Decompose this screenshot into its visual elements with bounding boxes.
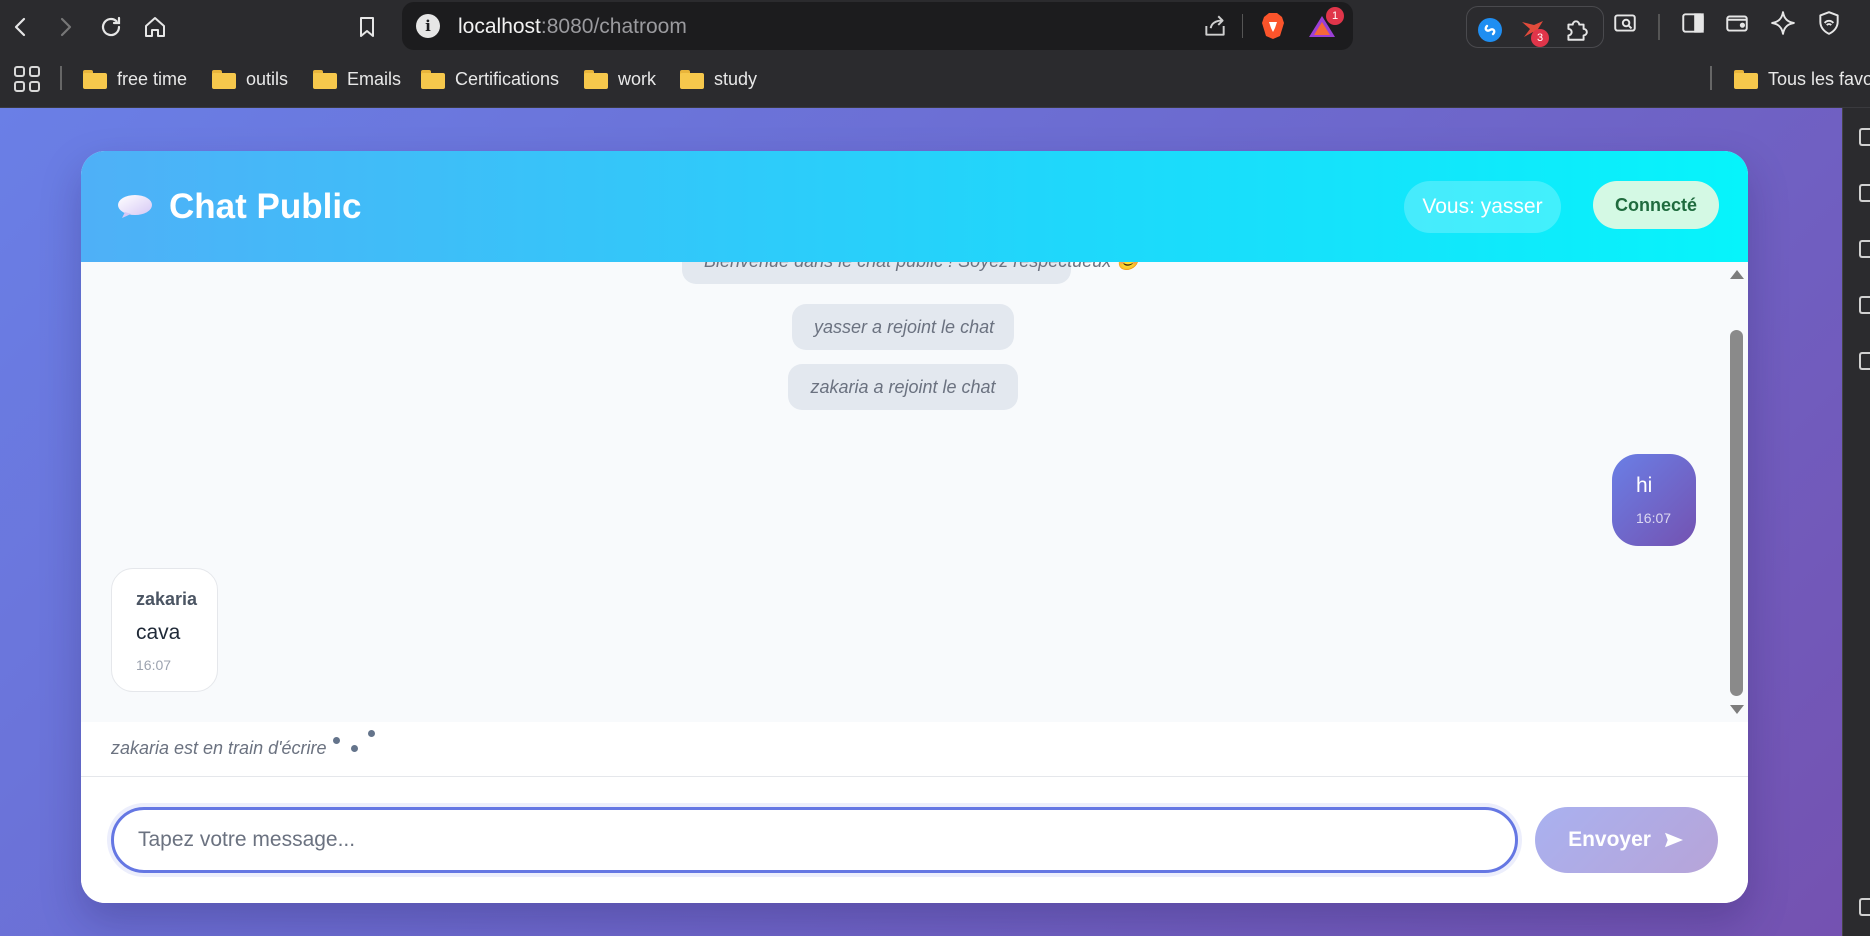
bookmark-label: Certifications xyxy=(455,68,560,89)
send-arrow-icon xyxy=(1664,832,1683,848)
apps-grid-icon[interactable] xyxy=(14,66,40,92)
vpn-shield-icon[interactable] xyxy=(1816,10,1842,36)
current-user-badge: Vous: yasser xyxy=(1404,181,1561,233)
bookmark-label: free time xyxy=(117,68,188,89)
chat-header: Chat Public Vous: yasser Connecté xyxy=(81,151,1748,262)
messages-area[interactable]: Bienvenue dans le chat public ! Soyez re… xyxy=(81,262,1748,722)
typing-indicator: zakaria est en train d'écrire xyxy=(111,738,327,758)
bookmarks-divider xyxy=(60,66,62,90)
shazam-extension-icon[interactable] xyxy=(1477,17,1503,43)
send-button[interactable]: Envoyer xyxy=(1535,807,1718,873)
bookmark-folder-certifications[interactable]: Certifications xyxy=(421,66,559,92)
scroll-up-arrow-icon[interactable] xyxy=(1730,270,1744,279)
browser-toolbar: i localhost:8080/chatroom 1 3 xyxy=(0,0,1870,54)
side-panel-settings-icon[interactable] xyxy=(1859,898,1870,916)
reload-icon[interactable] xyxy=(94,10,128,44)
chat-container: Chat Public Vous: yasser Connecté Bienve… xyxy=(81,151,1748,903)
sidebar-toggle-icon[interactable] xyxy=(1680,10,1706,36)
leo-ai-icon[interactable] xyxy=(1770,10,1796,36)
own-message-bubble: hi 16:07 xyxy=(1612,454,1696,546)
bookmark-label: outils xyxy=(246,68,289,89)
brave-rewards-icon[interactable]: 1 xyxy=(1308,7,1344,38)
chat-title: Chat Public xyxy=(169,187,362,226)
reading-list-icon[interactable] xyxy=(1612,10,1638,36)
toolbar-divider xyxy=(1658,14,1660,40)
browser-side-panel xyxy=(1842,108,1870,936)
system-message: zakaria a rejoint le chat xyxy=(788,364,1018,410)
side-panel-icon[interactable] xyxy=(1859,352,1870,370)
share-icon[interactable] xyxy=(1202,13,1228,39)
extensions-group: 3 xyxy=(1466,6,1604,48)
side-panel-icon[interactable] xyxy=(1859,184,1870,202)
wallet-icon[interactable] xyxy=(1724,10,1750,36)
ublock-extension-icon[interactable]: 3 xyxy=(1519,17,1549,47)
rewards-badge: 1 xyxy=(1326,7,1344,25)
folder-icon xyxy=(313,69,337,89)
folder-icon xyxy=(83,69,107,89)
messages-scrollbar[interactable] xyxy=(1725,262,1747,722)
system-message: Bienvenue dans le chat public ! Soyez re… xyxy=(682,262,1139,284)
folder-icon xyxy=(421,69,445,89)
puzzle-icon[interactable] xyxy=(1563,17,1589,43)
home-icon[interactable] xyxy=(138,10,172,44)
typing-dot xyxy=(368,730,375,737)
side-panel-icon[interactable] xyxy=(1859,128,1870,146)
address-bar[interactable]: i localhost:8080/chatroom 1 xyxy=(402,2,1353,50)
bookmark-label: Emails xyxy=(347,68,402,89)
folder-icon xyxy=(1734,69,1758,89)
typing-dot xyxy=(333,737,340,744)
typing-dot xyxy=(351,745,358,752)
forward-icon[interactable] xyxy=(48,10,82,44)
message-time: 16:07 xyxy=(1636,510,1672,526)
speech-bubble-icon xyxy=(117,193,153,219)
bookmark-label: Tous les favori xyxy=(1768,68,1870,89)
bookmark-folder-all[interactable]: Tous les favori xyxy=(1734,66,1870,92)
folder-icon xyxy=(680,69,704,89)
side-panel-icon[interactable] xyxy=(1859,240,1870,258)
message-sender: zakaria xyxy=(136,589,198,609)
url-divider xyxy=(1242,14,1243,38)
message-text: hi xyxy=(1636,474,1653,497)
url-text[interactable]: localhost:8080/chatroom xyxy=(458,15,687,39)
system-message: yasser a rejoint le chat xyxy=(792,304,1014,350)
folder-icon xyxy=(584,69,608,89)
bookmarks-divider xyxy=(1710,66,1712,90)
message-time: 16:07 xyxy=(136,657,172,673)
extension-badge: 3 xyxy=(1531,29,1549,47)
bookmark-folder-free-time[interactable]: free time xyxy=(83,66,187,92)
bookmark-folder-work[interactable]: work xyxy=(584,66,656,92)
bookmark-folder-study[interactable]: study xyxy=(680,66,757,92)
folder-icon xyxy=(212,69,236,89)
brave-shields-icon[interactable] xyxy=(1260,12,1286,40)
page-background: Chat Public Vous: yasser Connecté Bienve… xyxy=(0,108,1842,936)
bookmark-icon[interactable] xyxy=(350,10,384,44)
side-panel-icon[interactable] xyxy=(1859,296,1870,314)
bookmark-folder-outils[interactable]: outils xyxy=(212,66,288,92)
message-text: cava xyxy=(136,621,181,644)
send-button-label: Envoyer xyxy=(1568,828,1651,851)
scroll-down-arrow-icon[interactable] xyxy=(1730,705,1744,714)
scrollbar-thumb[interactable] xyxy=(1730,330,1743,696)
bookmark-label: work xyxy=(618,68,657,89)
site-info-icon[interactable]: i xyxy=(416,14,440,38)
bookmark-folder-emails[interactable]: Emails xyxy=(313,66,401,92)
other-message-bubble: zakaria cava 16:07 xyxy=(111,568,218,692)
message-composer: Envoyer xyxy=(81,776,1748,903)
bookmark-label: study xyxy=(714,68,758,89)
back-icon[interactable] xyxy=(4,10,38,44)
connection-status-badge: Connecté xyxy=(1593,181,1719,229)
message-input[interactable] xyxy=(111,807,1518,873)
